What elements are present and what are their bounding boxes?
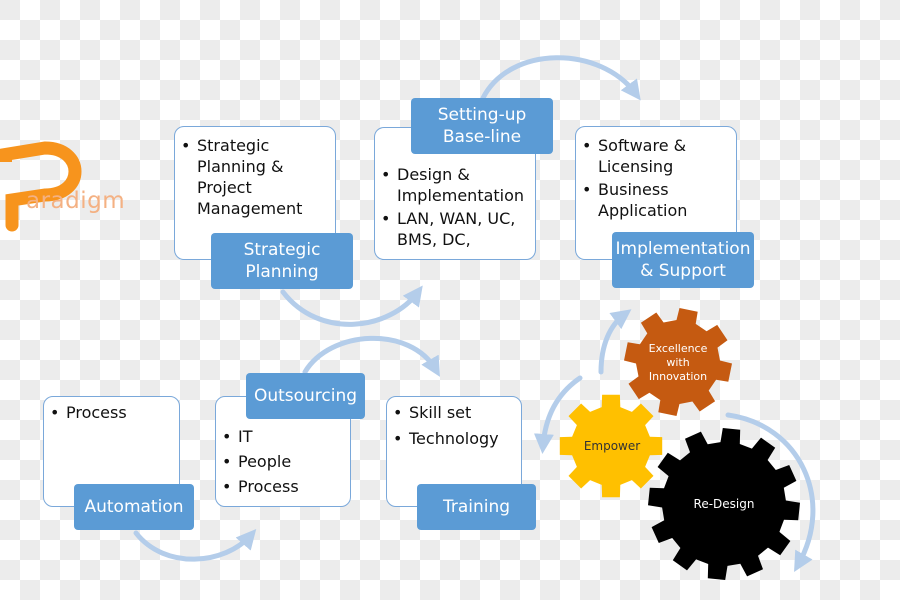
gears-layer [559,308,800,580]
gear-label-empower: Empower [583,439,641,453]
gear-label-redesign: Re-Design [693,497,755,511]
gear-label-excellence: Excellence with Innovation [648,342,708,383]
